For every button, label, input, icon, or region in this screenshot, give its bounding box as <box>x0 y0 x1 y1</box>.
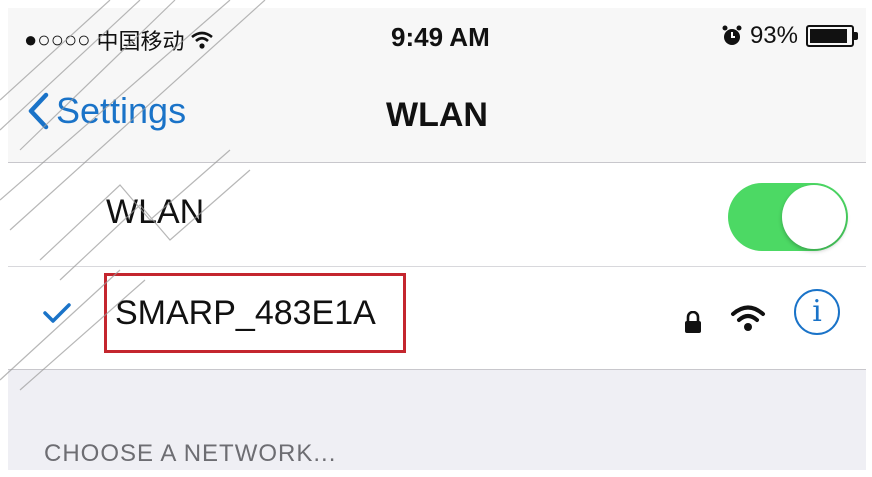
alarm-icon <box>722 25 742 45</box>
status-left: ●○○○○ 中国移动 <box>24 24 214 56</box>
choose-network-header: CHOOSE A NETWORK... <box>44 440 337 467</box>
wlan-toggle-row: WLAN <box>8 163 866 267</box>
battery-level-fill <box>810 29 848 43</box>
signal-strength: ●○○○○ <box>24 27 91 52</box>
status-time: 9:49 AM <box>391 22 490 52</box>
wlan-settings-screen: ●○○○○ 中国移动 9:49 AM 93% Settings WLAN WLA… <box>8 8 866 470</box>
network-name: SMARP_483E1A <box>115 294 376 332</box>
page-title: WLAN <box>386 96 488 134</box>
status-right: 93% <box>722 22 858 50</box>
checkmark-icon <box>43 303 71 323</box>
battery-percent: 93% <box>749 22 798 49</box>
connected-network-row[interactable]: SMARP_483E1A i <box>8 267 866 370</box>
battery-icon <box>806 25 858 47</box>
toggle-knob <box>782 185 846 249</box>
wlan-label: WLAN <box>106 193 205 231</box>
info-button[interactable]: i <box>794 289 840 335</box>
lock-icon <box>685 311 701 333</box>
network-name-highlight-box: SMARP_483E1A <box>104 273 406 353</box>
battery-tip <box>854 32 858 40</box>
wifi-signal-icon <box>731 305 765 331</box>
status-bar: ●○○○○ 中国移动 9:49 AM 93% <box>8 8 866 68</box>
wlan-toggle-switch[interactable] <box>728 183 848 251</box>
wifi-icon <box>191 31 214 49</box>
navigation-bar: Settings WLAN <box>8 68 866 163</box>
carrier-name: 中国移动 <box>96 29 185 54</box>
